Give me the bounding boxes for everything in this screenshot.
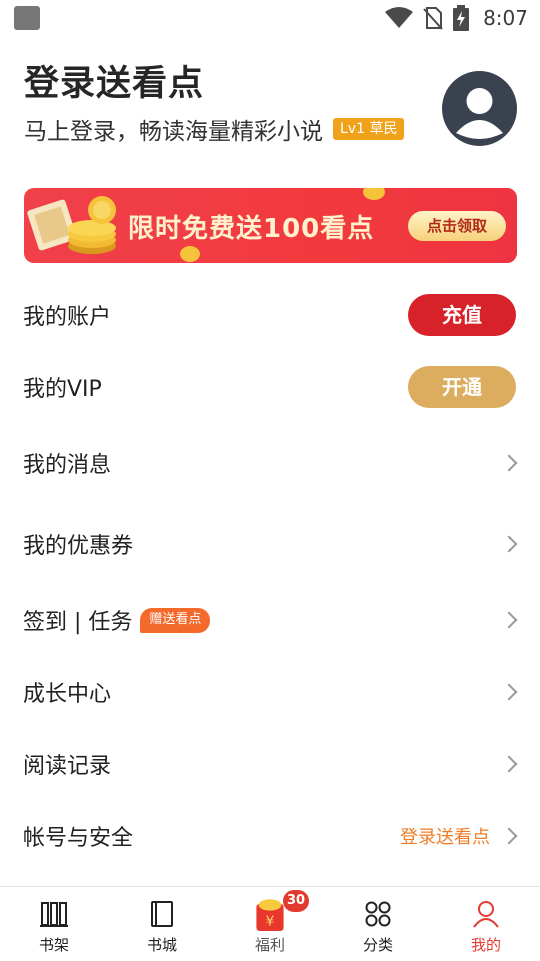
menu-item-label: 帐号与安全 [23, 826, 134, 851]
tab-bookstore[interactable]: 书城 [108, 887, 216, 961]
chevron-right-icon [500, 611, 518, 629]
chevron-right-icon [500, 755, 518, 773]
menu-item-tasks[interactable]: 签到 | 任务 赠送看点 [0, 590, 540, 650]
bonus-badge: 赠送看点 [140, 607, 211, 633]
login-bonus-hint: 登录送看点 [400, 827, 490, 848]
tab-bookshelf[interactable]: 书架 [0, 887, 108, 961]
avatar[interactable] [442, 71, 517, 146]
no-sim-icon [423, 7, 443, 30]
notification-icon [14, 6, 40, 30]
profile-icon [473, 901, 499, 928]
menu-item-label: 我的账户 [23, 305, 112, 330]
menu-item-label-row: 签到 | 任务 赠送看点 [23, 604, 211, 636]
user-avatar-icon [445, 74, 514, 143]
menu-item-account[interactable]: 我的账户 充值 [0, 285, 540, 345]
bottom-tab-bar: 书架 书城 ¥ 30 福利 分类 我的 [0, 886, 540, 961]
tab-label: 福利 [254, 936, 285, 954]
menu-item-label: 成长中心 [23, 682, 112, 707]
menu-item-label: 我的消息 [23, 453, 112, 478]
status-icons: 8:07 [385, 4, 528, 32]
tab-label: 我的 [470, 936, 501, 954]
chevron-right-icon [500, 827, 518, 845]
status-bar: 8:07 [0, 0, 540, 36]
menu-item-label: 签到 | 任务 [23, 610, 133, 635]
wifi-icon [385, 7, 414, 28]
book-icon [151, 901, 173, 927]
menu-item-security[interactable]: 帐号与安全 登录送看点 [0, 806, 540, 866]
login-header[interactable]: 登录送看点 马上登录，畅读海量精彩小说 Lv1 草民 [24, 62, 424, 146]
tab-category[interactable]: 分类 [324, 887, 432, 961]
login-title[interactable]: 登录送看点 [24, 62, 424, 106]
welfare-badge: 30 [283, 890, 309, 912]
tab-label: 书架 [38, 936, 69, 954]
promo-banner[interactable]: 限时免费送100看点 点击领取 [24, 188, 517, 263]
open-vip-button[interactable]: 开通 [408, 366, 516, 408]
banner-text: 限时免费送100看点 [128, 214, 375, 244]
login-subtitle: 马上登录，畅读海量精彩小说 [24, 119, 323, 145]
menu-item-label: 阅读记录 [23, 754, 112, 779]
tab-label: 分类 [362, 936, 393, 954]
chevron-right-icon [500, 683, 518, 701]
battery-charging-icon [453, 5, 470, 31]
svg-text:¥: ¥ [266, 913, 275, 929]
tab-profile[interactable]: 我的 [432, 887, 540, 961]
menu-item-vip[interactable]: 我的VIP 开通 [0, 357, 540, 417]
login-subtitle-row: 马上登录，畅读海量精彩小说 Lv1 草民 [24, 112, 424, 146]
clock: 8:07 [483, 6, 528, 30]
menu-item-label: 我的优惠券 [23, 534, 134, 559]
chevron-right-icon [500, 454, 518, 472]
grid-icon [365, 901, 391, 927]
menu-item-label: 我的VIP [23, 377, 102, 402]
menu-item-coupons[interactable]: 我的优惠券 [0, 514, 540, 574]
tab-label: 书城 [146, 936, 177, 954]
tab-welfare[interactable]: ¥ 30 福利 [216, 887, 324, 961]
recharge-button[interactable]: 充值 [408, 294, 516, 336]
chevron-right-icon [500, 535, 518, 553]
menu-item-history[interactable]: 阅读记录 [0, 734, 540, 794]
claim-button[interactable]: 点击领取 [408, 211, 506, 241]
coins-gift-icon [27, 196, 116, 254]
menu-item-growth[interactable]: 成长中心 [0, 662, 540, 722]
red-envelope-icon: ¥ [256, 899, 284, 931]
level-badge: Lv1 草民 [333, 118, 405, 140]
menu-item-messages[interactable]: 我的消息 [0, 433, 540, 493]
bookshelf-icon [40, 902, 68, 927]
